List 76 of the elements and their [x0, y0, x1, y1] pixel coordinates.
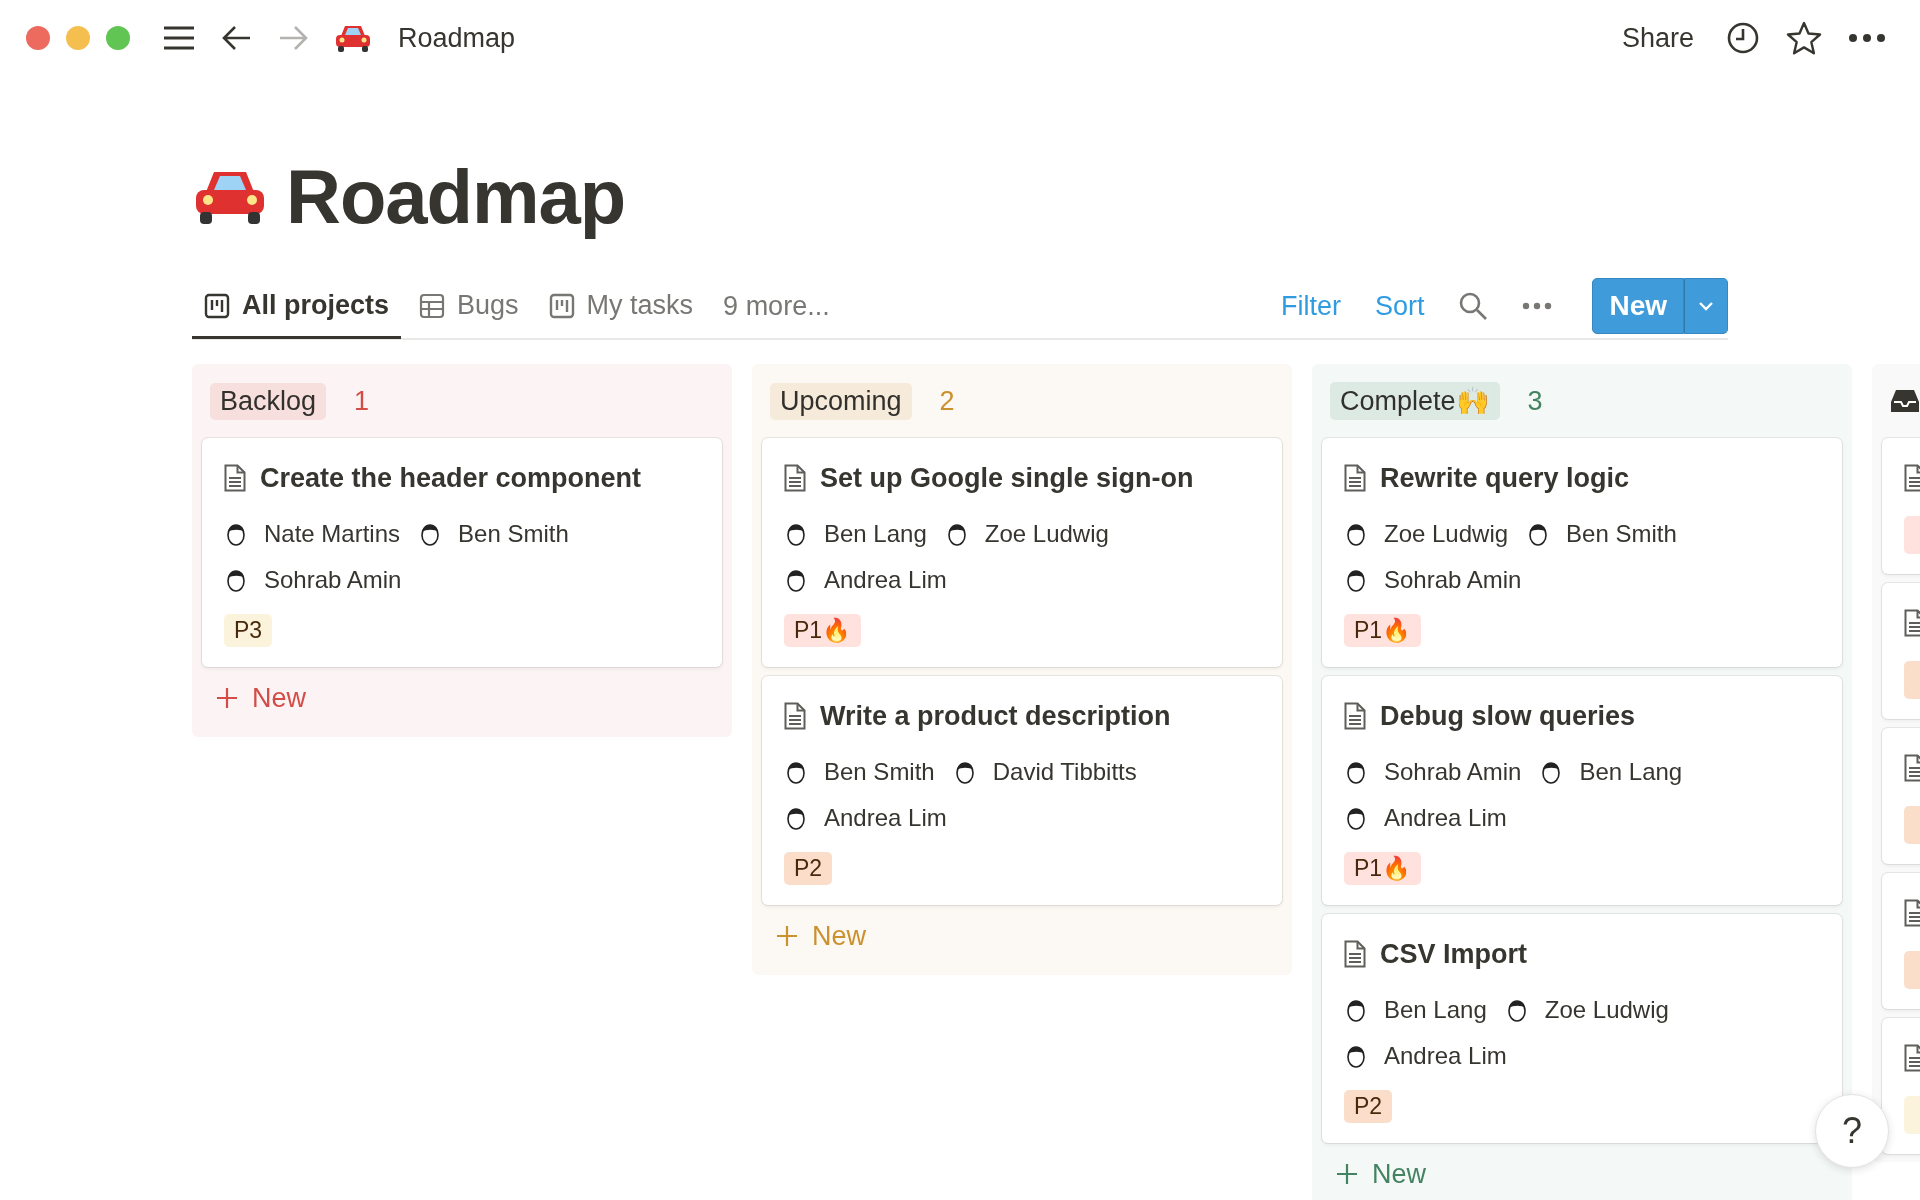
person-name: David Tibbitts — [992, 758, 1137, 786]
column-count: 1 — [354, 385, 370, 417]
person-name: Ben Lang — [1384, 996, 1487, 1024]
document-icon — [1904, 464, 1920, 492]
board-icon — [204, 292, 230, 319]
card-title: Set up Google single sign-on — [820, 462, 1194, 494]
more-icon[interactable] — [1848, 33, 1886, 43]
person-name: Andrea Lim — [1384, 1042, 1507, 1070]
document-icon — [1904, 754, 1920, 782]
add-card-button[interactable]: New — [202, 667, 320, 729]
person-name: Ben Smith — [458, 520, 569, 548]
priority-tag: P1🔥 — [784, 614, 862, 647]
priority-tag: P2 — [784, 852, 833, 885]
person-name: Zoe Ludwig — [1384, 520, 1509, 548]
page-title: Roadmap — [286, 152, 626, 240]
person-name: Andrea Lim — [824, 804, 947, 832]
add-card-button[interactable]: New — [1322, 1143, 1440, 1200]
person-name: Sohrab Amin — [264, 566, 402, 594]
person-name: Andrea Lim — [1384, 804, 1507, 832]
person-name: Zoe Ludwig — [1544, 996, 1669, 1024]
document-icon — [1904, 899, 1920, 927]
plus-icon — [1336, 1163, 1358, 1185]
document-icon — [1344, 702, 1366, 730]
card-title: CSV Import — [1380, 938, 1527, 970]
card-title: Debug slow queries — [1380, 700, 1636, 732]
clock-icon[interactable] — [1726, 21, 1760, 55]
project-card[interactable]: Create the header component Nate Martins Ben Smith Sohrab Amin P3 — [202, 438, 722, 667]
document-icon — [1344, 464, 1366, 492]
person-name: Sohrab Amin — [1384, 758, 1522, 786]
close-window-button[interactable] — [26, 26, 50, 50]
plus-icon — [216, 687, 238, 709]
plus-icon — [776, 925, 798, 947]
menu-icon[interactable] — [162, 24, 196, 52]
document-icon — [224, 464, 246, 492]
person-name: Ben Lang — [1579, 758, 1683, 786]
document-icon — [1904, 609, 1920, 637]
table-icon — [419, 292, 446, 319]
person-name: Sohrab Amin — [1384, 566, 1522, 594]
document-icon — [1344, 940, 1366, 968]
priority-tag: P2 — [1344, 1090, 1393, 1123]
project-card[interactable]: Set up Google single sign-on Ben Lang Zoe Ludwig Andrea Lim P1🔥 — [762, 438, 1282, 667]
card-title: Write a product description — [820, 700, 1171, 732]
project-card[interactable]: Debug slow queries Sohrab Amin Ben Lang Andrea Lim P1🔥 — [1322, 676, 1842, 905]
view-tab[interactable]: Bugs — [407, 275, 531, 339]
breadcrumb-title[interactable]: Roadmap — [398, 22, 516, 54]
person-name: Nate Martins — [264, 520, 401, 548]
view-tab[interactable]: My tasks — [536, 275, 706, 339]
card-title: Rewrite query logic — [1380, 462, 1630, 494]
card-title: Create the header component — [260, 462, 642, 494]
star-icon[interactable] — [1786, 21, 1822, 55]
person-name: Andrea Lim — [824, 566, 947, 594]
person-name: Ben Smith — [1566, 520, 1677, 548]
more-views-button[interactable]: 9 more... — [711, 290, 842, 322]
project-card[interactable]: CSV Import Ben Lang Zoe Ludwig Andrea Lim P2 — [1322, 914, 1842, 1143]
document-icon — [784, 464, 806, 492]
priority-tag: P1🔥 — [1344, 614, 1422, 647]
project-card[interactable]: Rewrite query logic Zoe Ludwig Ben Smith Sohrab Amin P1🔥 — [1322, 438, 1842, 667]
person-name: Ben Lang — [824, 520, 927, 548]
caret-icon — [1697, 300, 1715, 312]
column-count: 2 — [939, 385, 955, 417]
column-status-tag: Upcoming — [770, 382, 912, 420]
column-status-tag: Complete🙌 — [1330, 382, 1500, 420]
search-icon[interactable] — [1458, 291, 1489, 321]
document-icon — [784, 702, 806, 730]
column-status-tag: Backlog — [210, 382, 327, 420]
person-name: Ben Smith — [824, 758, 935, 786]
project-card[interactable]: Write a product description Ben Smith David Tibbitts Andrea Lim P2 — [762, 676, 1282, 905]
priority-tag: P1🔥 — [1344, 852, 1422, 885]
person-name: Zoe Ludwig — [984, 520, 1109, 548]
priority-tag: P3 — [224, 614, 273, 647]
share-button[interactable]: Share — [1621, 22, 1694, 54]
view-tab[interactable]: All projects — [192, 275, 402, 339]
column-count: 3 — [1527, 385, 1543, 417]
board-icon — [548, 292, 575, 319]
back-arrow-icon[interactable] — [222, 25, 252, 51]
document-icon — [1904, 1044, 1920, 1072]
